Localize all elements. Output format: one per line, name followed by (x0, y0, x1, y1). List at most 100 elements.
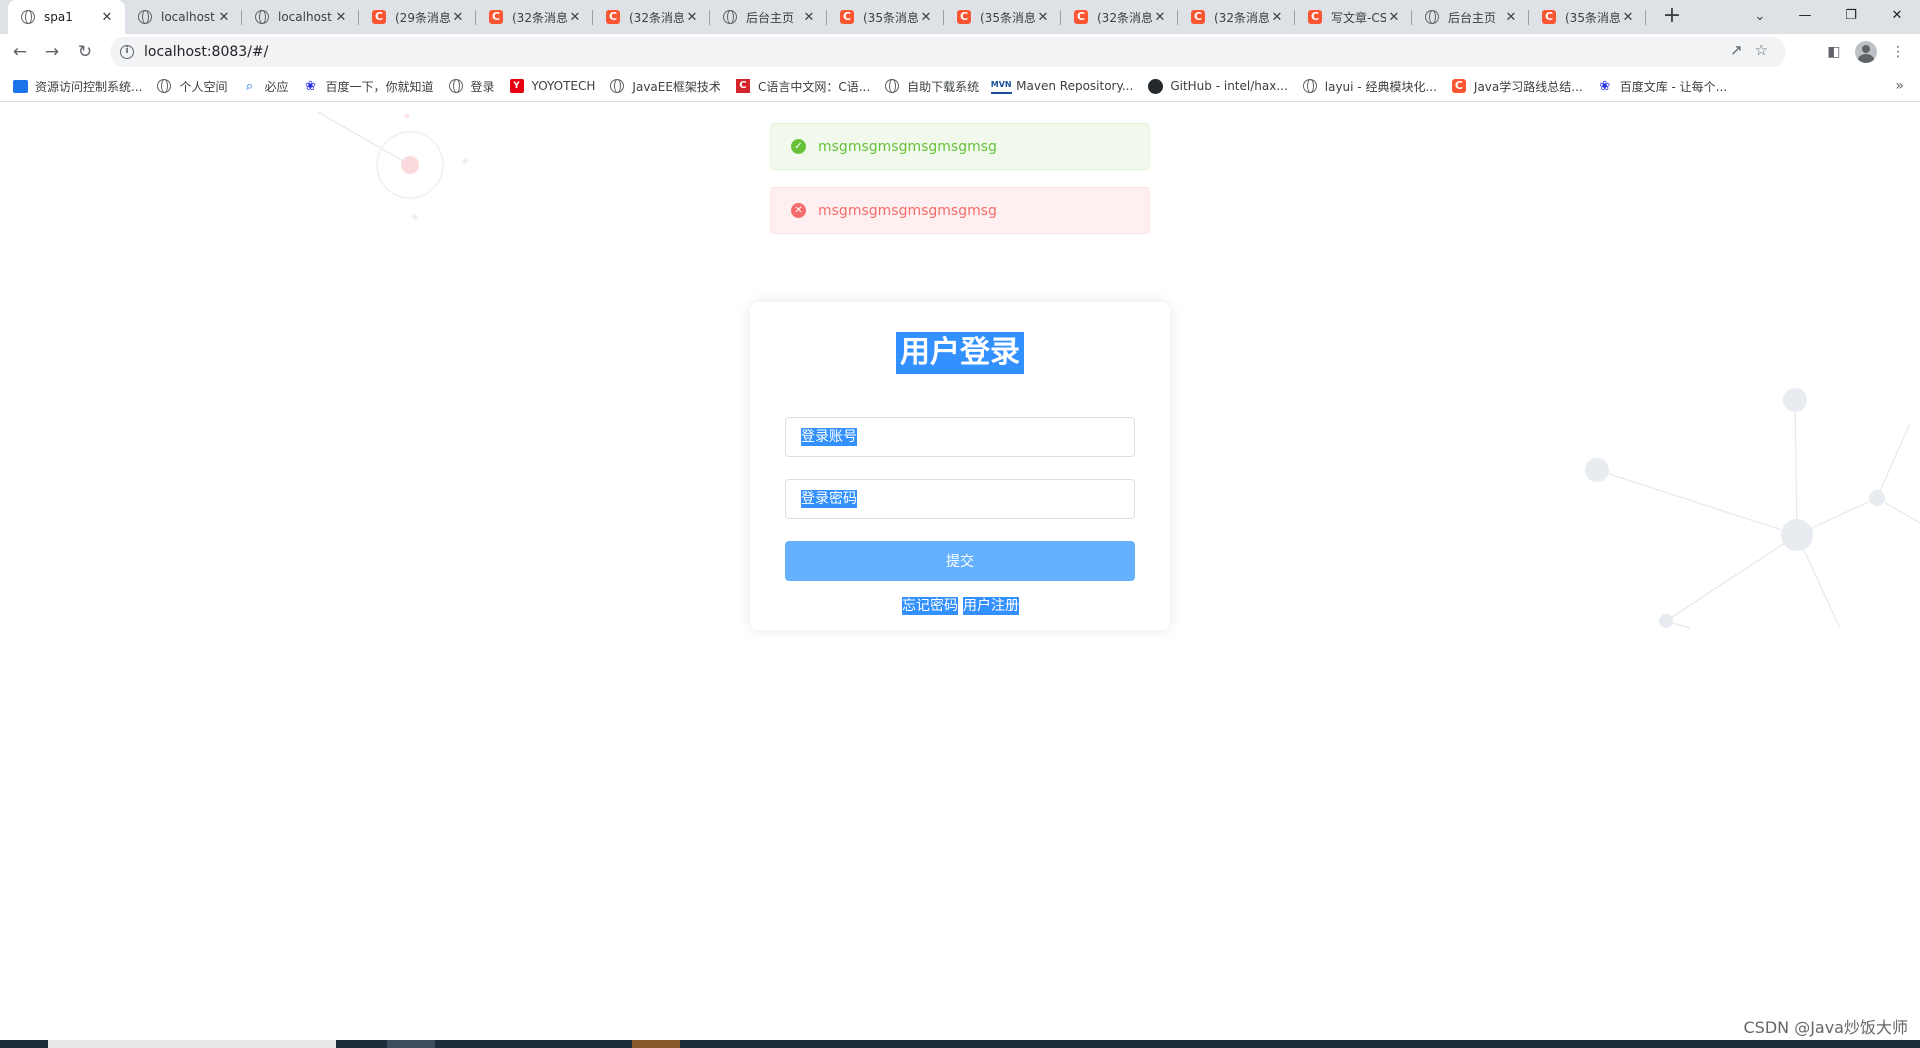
bookmark-item[interactable]: MVN Maven Repository... (990, 78, 1134, 94)
tab[interactable]: C (29条消息 ✕ (359, 0, 476, 34)
bookmark-item[interactable]: C C语言中文网：C语... (735, 78, 870, 95)
bing-icon: ⌕ (245, 78, 254, 94)
username-input[interactable]: 登录账号 (785, 417, 1135, 457)
tab-title: 后台主页 (746, 10, 795, 25)
bookmark-label: JavaEE框架技术 (632, 79, 721, 94)
address-bar[interactable]: i localhost:8083/#/ ↗ ☆ (110, 37, 1786, 67)
bookmark-item[interactable]: layui - 经典模块化... (1302, 78, 1437, 95)
tab-active[interactable]: spa1 ✕ (8, 0, 125, 34)
tab[interactable]: C (32条消息 ✕ (593, 0, 710, 34)
bookmark-item[interactable]: 个人空间 (156, 78, 227, 95)
tab[interactable]: 后台主页 ✕ (710, 0, 827, 34)
tab-search-chevron-icon[interactable]: ⌄ (1748, 4, 1772, 28)
bookmark-label: Java学习路线总结... (1473, 79, 1583, 94)
login-card: 用户登录 登录账号 登录密码 提交 忘记密码 用户注册 (750, 302, 1170, 630)
bookmark-item[interactable]: C Java学习路线总结... (1451, 78, 1583, 95)
github-icon (1147, 78, 1163, 94)
baidu-icon: ❀ (305, 78, 316, 94)
success-check-icon: ✓ (791, 139, 806, 154)
bookmark-label: layui - 经典模块化... (1324, 79, 1437, 94)
password-input[interactable]: 登录密码 (785, 479, 1135, 519)
taskbar-item[interactable] (387, 1040, 435, 1048)
close-window-button[interactable]: ✕ (1874, 0, 1920, 30)
side-panel-icon[interactable]: ◧ (1822, 40, 1846, 64)
bookmark-item[interactable]: Y YOYOTECH (509, 78, 595, 94)
bookmark-item[interactable]: 登录 (448, 78, 495, 95)
tab-close-icon[interactable]: ✕ (1503, 9, 1519, 25)
site-info-icon[interactable]: i (120, 45, 134, 59)
csdn-icon: C (1073, 9, 1089, 25)
tab[interactable]: C (32条消息 ✕ (1178, 0, 1295, 34)
tab-close-icon[interactable]: ✕ (801, 9, 817, 25)
tab[interactable]: localhost ✕ (242, 0, 359, 34)
tab-close-icon[interactable]: ✕ (450, 9, 466, 25)
tab-close-icon[interactable]: ✕ (684, 9, 700, 25)
tab-close-icon[interactable]: ✕ (1269, 9, 1285, 25)
tab-close-icon[interactable]: ✕ (216, 9, 232, 25)
tab-close-icon[interactable]: ✕ (1152, 9, 1168, 25)
error-message-text: msgmsgmsgmsgmsgmsg (818, 202, 997, 219)
folder-icon (12, 78, 28, 94)
tab-close-icon[interactable]: ✕ (1620, 9, 1636, 25)
submit-button[interactable]: 提交 (785, 541, 1135, 581)
tab[interactable]: C (32条消息 ✕ (476, 0, 593, 34)
bookmark-list: 资源访问控制系统... 个人空间 ⌕ 必应 ❀ 百度一下，你就知道 登录 Y YOYOTECH J… (12, 70, 1741, 102)
new-tab-button[interactable]: + (1660, 5, 1684, 29)
bookmark-star-icon[interactable]: ☆ (1755, 41, 1768, 59)
bookmark-item[interactable]: GitHub - intel/hax... (1147, 78, 1288, 94)
globe-icon (1424, 9, 1440, 25)
back-button[interactable]: ← (8, 40, 32, 64)
tab[interactable]: C 写文章-CS ✕ (1295, 0, 1412, 34)
forgot-password-link[interactable]: 忘记密码 (902, 597, 958, 615)
tab[interactable]: C (35条消息 ✕ (1529, 0, 1646, 34)
more-bookmarks-icon[interactable]: » (1895, 78, 1904, 94)
forward-button[interactable]: → (40, 40, 64, 64)
username-placeholder: 登录账号 (801, 428, 857, 446)
tab-close-icon[interactable]: ✕ (99, 9, 115, 25)
tab[interactable]: C (32条消息 ✕ (1061, 0, 1178, 34)
bookmark-item[interactable]: ⌕ 必应 (241, 78, 289, 95)
csdn-icon: C (1541, 9, 1557, 25)
tab[interactable]: C (35条消息 ✕ (827, 0, 944, 34)
tab-close-icon[interactable]: ✕ (333, 9, 349, 25)
tab-close-icon[interactable]: ✕ (1386, 9, 1402, 25)
taskbar-item[interactable] (48, 1040, 336, 1048)
tab[interactable]: localhost ✕ (125, 0, 242, 34)
bookmark-item[interactable]: 自助下载系统 (884, 78, 979, 95)
globe-icon (1302, 78, 1318, 94)
deco-dot (401, 156, 419, 174)
profile-button[interactable] (1854, 40, 1878, 64)
restore-button[interactable]: ❐ (1828, 0, 1874, 30)
tab-close-icon[interactable]: ✕ (567, 9, 583, 25)
share-icon[interactable]: ↗ (1730, 41, 1743, 59)
tab[interactable]: C (35条消息 ✕ (944, 0, 1061, 34)
reload-button[interactable]: ↻ (73, 40, 97, 64)
error-message: ✕ msgmsgmsgmsgmsgmsg (770, 187, 1150, 234)
bookmark-item[interactable]: ❀ 百度一下，你就知道 (302, 78, 433, 95)
csdn-icon: C (371, 9, 387, 25)
error-x-icon: ✕ (791, 203, 806, 218)
tab-title: (32条消息 (629, 10, 684, 25)
tab-title: (35条消息 (980, 10, 1035, 25)
taskbar-item[interactable] (632, 1040, 680, 1048)
password-placeholder: 登录密码 (801, 490, 857, 508)
csdn-watermark: CSDN @Java炒饭大师 (1743, 1018, 1908, 1037)
bookmark-label: Maven Repository... (1016, 79, 1134, 93)
tab-close-icon[interactable]: ✕ (1035, 9, 1051, 25)
register-link[interactable]: 用户注册 (963, 597, 1019, 615)
csdn-icon: C (1307, 9, 1323, 25)
tab-title: (29条消息 (395, 10, 450, 25)
bookmark-item[interactable]: 资源访问控制系统... (12, 78, 142, 95)
csdn-icon: C (488, 9, 504, 25)
bookmark-item[interactable]: JavaEE框架技术 (609, 78, 721, 95)
browser-menu-icon[interactable]: ⋮ (1886, 40, 1910, 64)
tab-close-icon[interactable]: ✕ (918, 9, 934, 25)
network-nodes (1585, 388, 1885, 628)
minimize-button[interactable]: — (1782, 0, 1828, 30)
bookmark-label: C语言中文网：C语... (757, 79, 871, 94)
bookmark-item[interactable]: ❀ 百度文库 - 让每个... (1597, 78, 1727, 95)
tab[interactable]: 后台主页 ✕ (1412, 0, 1529, 34)
success-message-text: msgmsgmsgmsgmsgmsg (818, 138, 997, 155)
window-controls: — ❐ ✕ (1782, 0, 1920, 30)
tab-title: 写文章-CS (1331, 10, 1386, 25)
